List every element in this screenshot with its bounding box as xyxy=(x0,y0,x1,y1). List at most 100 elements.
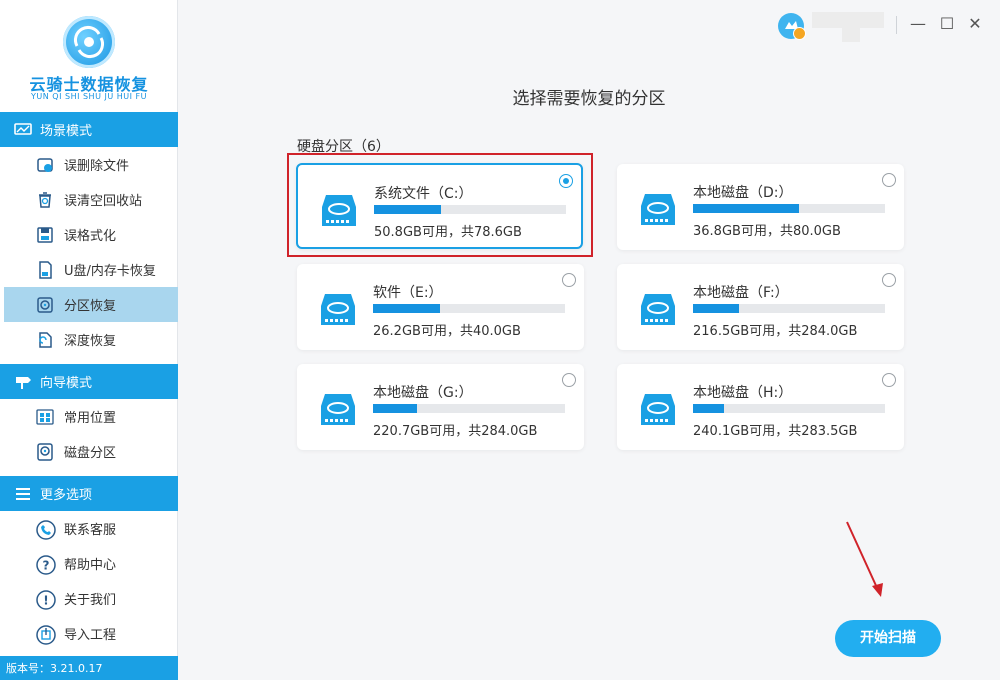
sidebar-item-label: 常用位置 xyxy=(64,411,117,426)
partition-radio[interactable] xyxy=(882,173,896,187)
phone-icon xyxy=(36,519,56,540)
partition-card[interactable]: 系统文件（C:） 50.8GB可用，共78.6GB xyxy=(296,163,583,249)
usage-bar-fill xyxy=(373,404,418,413)
username-redacted-2 xyxy=(842,28,860,42)
partition-radio[interactable] xyxy=(562,373,576,387)
knight-logo-icon xyxy=(63,16,115,68)
sidebar-item-partition-recovery[interactable]: 分区恢复 xyxy=(4,287,178,322)
sidebar-item-about-us[interactable]: ! 关于我们 xyxy=(0,581,178,616)
hard-drive-icon xyxy=(641,394,675,425)
usage-bar-fill xyxy=(693,204,799,213)
app-logo: 云骑士数据恢复 YUN QI SHI SHU JU HUI FU xyxy=(0,0,178,112)
partition-name: 本地磁盘（H:） xyxy=(693,385,793,401)
hard-drive-icon xyxy=(641,294,675,325)
partition-card[interactable]: 本地磁盘（H:） 240.1GB可用，共283.5GB xyxy=(617,364,904,450)
info-icon: ! xyxy=(36,589,56,610)
usage-bar-fill xyxy=(374,205,442,214)
sidebar-item-label: 分区恢复 xyxy=(64,299,117,314)
partition-name: 本地磁盘（G:） xyxy=(373,385,473,401)
sidebar-item-recycle-bin[interactable]: 误清空回收站 xyxy=(0,182,178,217)
windows-icon xyxy=(36,408,54,426)
svg-text:?: ? xyxy=(43,558,50,572)
sidebar-item-import-project[interactable]: 导入工程 xyxy=(0,616,178,651)
sidebar-item-label: 关于我们 xyxy=(64,593,117,608)
section-header-more-options: 更多选项 xyxy=(0,476,178,511)
partition-radio[interactable] xyxy=(562,273,576,287)
partition-radio[interactable] xyxy=(559,174,573,188)
partition-usage: 36.8GB可用，共80.0GB xyxy=(693,224,841,239)
partition-card[interactable]: 本地磁盘（F:） 216.5GB可用，共284.0GB xyxy=(617,264,904,350)
hard-drive-icon xyxy=(321,294,355,325)
sidebar-item-label: 深度恢复 xyxy=(64,334,117,349)
sidebar-item-deleted-files[interactable]: 误删除文件 xyxy=(0,147,178,182)
partition-name: 本地磁盘（D:） xyxy=(693,185,793,201)
app-subtitle: YUN QI SHI SHU JU HUI FU xyxy=(31,92,147,101)
partition-group-label: 硬盘分区（6） xyxy=(297,139,390,155)
disk-partition-icon xyxy=(36,442,54,461)
sidebar-item-help-center[interactable]: ? 帮助中心 xyxy=(0,546,178,581)
import-icon xyxy=(36,624,56,645)
sidebar-item-label: 误删除文件 xyxy=(64,159,130,174)
signpost-icon xyxy=(14,375,32,389)
help-icon: ? xyxy=(36,554,56,575)
usage-bar xyxy=(373,404,565,413)
hard-drive-icon xyxy=(641,194,675,225)
partition-usage: 26.2GB可用，共40.0GB xyxy=(373,324,521,339)
hard-drive-icon xyxy=(322,195,356,226)
vip-badge-icon xyxy=(793,27,806,40)
monitor-icon xyxy=(14,122,32,137)
partition-usage: 216.5GB可用，共284.0GB xyxy=(693,324,858,339)
usage-bar xyxy=(693,304,885,313)
close-button[interactable]: ✕ xyxy=(965,14,985,34)
recycle-bin-icon xyxy=(36,191,54,209)
section-header-label: 场景模式 xyxy=(40,124,93,139)
partition-radio[interactable] xyxy=(882,373,896,387)
usage-bar-fill xyxy=(693,304,740,313)
sidebar-item-label: 磁盘分区 xyxy=(64,446,117,461)
partition-card[interactable]: 本地磁盘（G:） 220.7GB可用，共284.0GB xyxy=(297,364,584,450)
usage-bar xyxy=(693,404,885,413)
sidebar-item-label: 联系客服 xyxy=(64,523,117,538)
username-redacted xyxy=(812,12,884,28)
section-header-label: 向导模式 xyxy=(40,376,93,391)
usage-bar-fill xyxy=(693,404,724,413)
partition-name: 软件（E:） xyxy=(373,285,443,301)
partition-radio[interactable] xyxy=(882,273,896,287)
sidebar-item-usb-card[interactable]: U盘/内存卡恢复 xyxy=(0,252,178,287)
section-header-scene-mode: 场景模式 xyxy=(0,112,178,147)
sidebar-item-common-locations[interactable]: 常用位置 xyxy=(0,399,178,434)
section-header-label: 更多选项 xyxy=(40,488,93,503)
partition-card[interactable]: 本地磁盘（D:） 36.8GB可用，共80.0GB xyxy=(617,164,904,250)
partition-usage: 220.7GB可用，共284.0GB xyxy=(373,424,538,439)
sidebar-item-format[interactable]: 误格式化 xyxy=(0,217,178,252)
sd-card-icon xyxy=(36,260,54,279)
partition-icon xyxy=(36,296,54,314)
maximize-button[interactable]: ☐ xyxy=(937,14,957,34)
sidebar-item-label: 误清空回收站 xyxy=(64,194,143,209)
usage-bar xyxy=(373,304,565,313)
page-title: 选择需要恢复的分区 xyxy=(512,89,666,109)
partition-usage: 50.8GB可用，共78.6GB xyxy=(374,225,522,240)
menu-icon xyxy=(14,487,32,501)
format-disk-icon xyxy=(36,226,54,244)
usage-bar-fill xyxy=(373,304,441,313)
sidebar-item-label: 导入工程 xyxy=(64,628,117,643)
sidebar-item-label: 误格式化 xyxy=(64,229,117,244)
version-label: 版本号：3.21.0.17 xyxy=(0,656,178,680)
minimize-button[interactable]: — xyxy=(908,14,928,34)
sidebar-item-disk-partition[interactable]: 磁盘分区 xyxy=(0,434,178,469)
usage-bar xyxy=(374,205,566,214)
partition-name: 系统文件（C:） xyxy=(374,186,473,202)
hard-drive-icon xyxy=(321,394,355,425)
partition-usage: 240.1GB可用，共283.5GB xyxy=(693,424,858,439)
sidebar-item-label: 帮助中心 xyxy=(64,558,117,573)
start-scan-button[interactable]: 开始扫描 xyxy=(835,620,941,657)
pointer-arrow-icon xyxy=(846,521,883,597)
usage-bar xyxy=(693,204,885,213)
sidebar-item-label: U盘/内存卡恢复 xyxy=(64,264,156,279)
partition-name: 本地磁盘（F:） xyxy=(693,285,789,301)
sidebar-item-contact-support[interactable]: 联系客服 xyxy=(0,511,178,546)
sidebar: 云骑士数据恢复 YUN QI SHI SHU JU HUI FU 场景模式 误删… xyxy=(0,0,178,680)
partition-card[interactable]: 软件（E:） 26.2GB可用，共40.0GB xyxy=(297,264,584,350)
sidebar-item-deep-recovery[interactable]: 深度恢复 xyxy=(0,322,178,357)
